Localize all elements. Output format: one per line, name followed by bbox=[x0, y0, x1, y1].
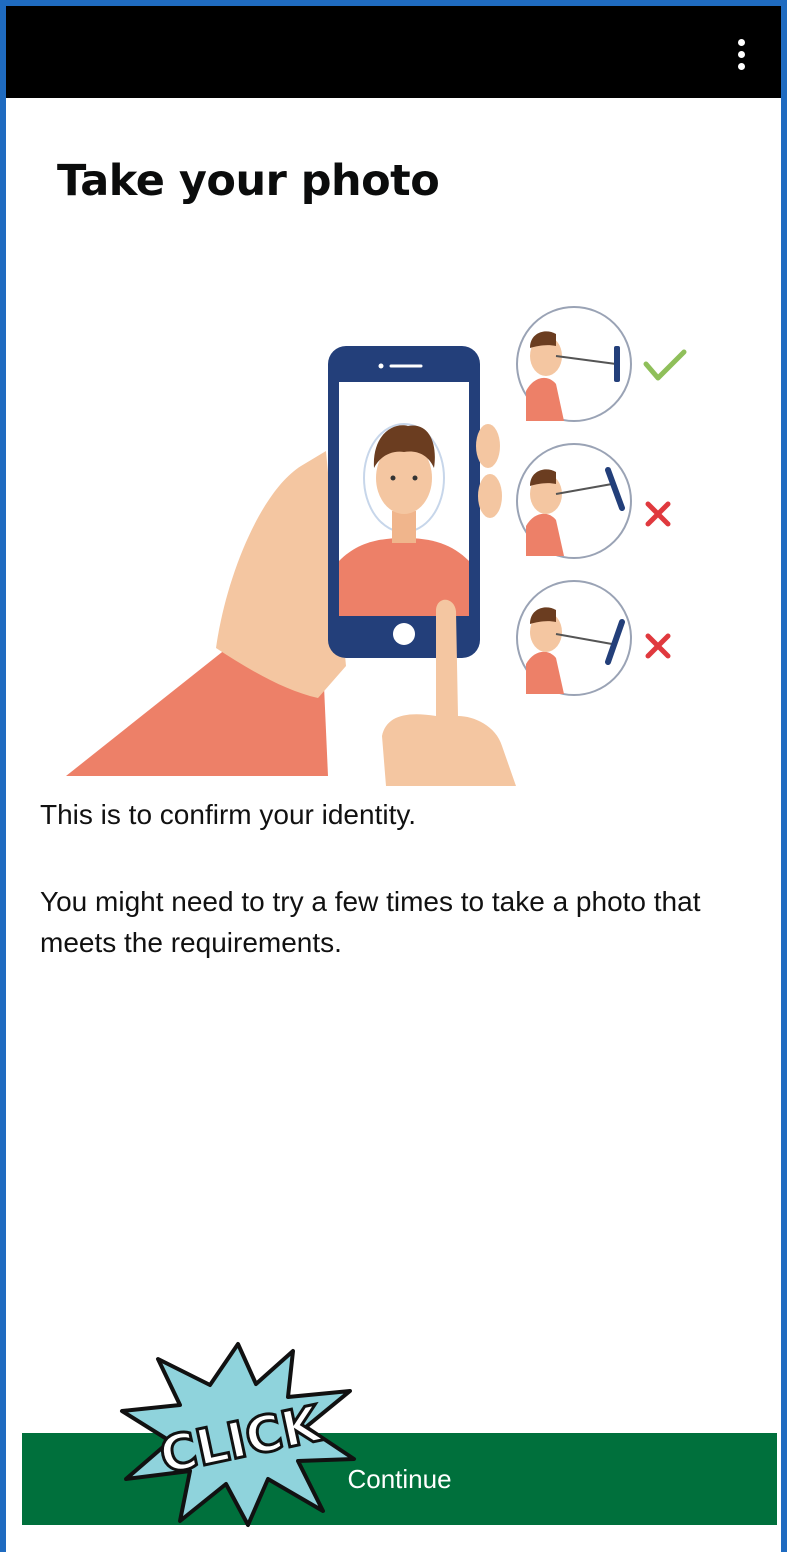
correct-angle-example bbox=[516, 306, 632, 422]
cross-icon bbox=[645, 501, 671, 527]
incorrect-angle-example-2 bbox=[516, 580, 632, 696]
more-options-icon[interactable] bbox=[729, 34, 753, 74]
click-burst-sticker: CLICK bbox=[120, 1342, 356, 1527]
incorrect-angle-example-1 bbox=[516, 443, 632, 559]
page-title: Take your photo bbox=[57, 156, 440, 206]
instruction-paragraph: You might need to try a few times to tak… bbox=[40, 886, 701, 958]
top-app-bar bbox=[6, 6, 781, 98]
intro-paragraph: This is to confirm your identity. bbox=[40, 799, 417, 830]
cross-icon bbox=[645, 633, 671, 659]
app-screen: Take your photo This is to confirm your … bbox=[6, 6, 781, 1552]
phone-selfie-illustration bbox=[66, 306, 687, 786]
check-icon bbox=[643, 349, 687, 381]
